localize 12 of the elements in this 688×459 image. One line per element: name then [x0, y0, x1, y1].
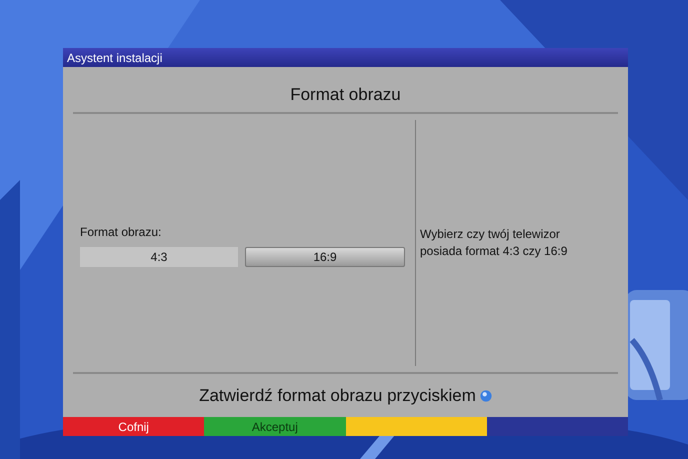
color-key-button[interactable]: [486, 417, 628, 436]
format-option[interactable]: 4:3: [80, 247, 238, 267]
page-heading: Format obrazu: [289, 84, 402, 106]
window-title: Asystent instalacji: [67, 50, 162, 64]
setting-label: Format obrazu:: [80, 225, 162, 239]
remote-key-icon: [480, 390, 492, 402]
color-key-button[interactable]: [346, 417, 487, 436]
hint-text: Zatwierdź format obrazu przyciskiem: [199, 386, 476, 406]
color-key-button[interactable]: Akceptuj: [204, 417, 346, 436]
color-key-button[interactable]: Cofnij: [63, 417, 204, 436]
format-option[interactable]: 16:9: [245, 247, 405, 267]
help-text: Wybierz czy twój telewizor posiada format 4:3 czy 16:9: [420, 226, 568, 260]
